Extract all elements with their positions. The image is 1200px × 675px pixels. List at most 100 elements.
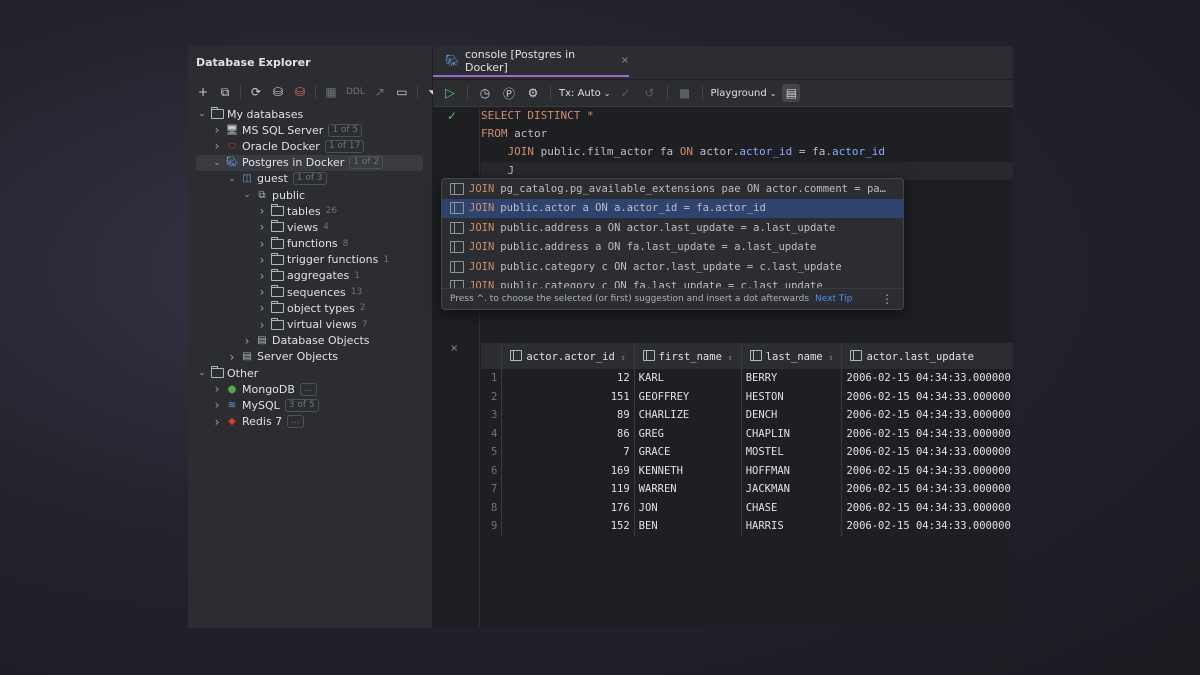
chevron-right-icon[interactable]: › bbox=[256, 285, 268, 299]
column-header[interactable]: last_name ⇕ bbox=[741, 343, 843, 369]
tab-console[interactable]: 🐘︎ console [Postgres in Docker] × bbox=[433, 46, 629, 77]
column-header[interactable]: first_name ⇕ bbox=[634, 343, 742, 369]
chevron-right-icon[interactable]: › bbox=[211, 382, 223, 396]
table-cell[interactable]: 2006-02-15 04:34:33.000000 bbox=[841, 517, 1013, 536]
tree-item[interactable]: › object types 2 bbox=[188, 300, 432, 316]
tree-item[interactable]: ⌄ 🐘︎ Postgres in Docker 1 of 2 bbox=[196, 154, 423, 171]
chevron-down-icon[interactable]: ⌄ bbox=[196, 109, 208, 119]
table-cell[interactable]: 151 bbox=[501, 387, 635, 406]
table-row[interactable]: 3 89 CHARLIZE DENCH 2006-02-15 04:34:33.0000… bbox=[481, 406, 1013, 425]
table-cell[interactable]: DENCH bbox=[741, 406, 843, 425]
chevron-right-icon[interactable]: › bbox=[211, 415, 223, 429]
table-cell[interactable]: 7 bbox=[501, 443, 635, 462]
table-cell[interactable]: 2006-02-15 04:34:33.000000 bbox=[841, 480, 1013, 499]
rollback-icon[interactable]: ↺ bbox=[641, 84, 659, 102]
table-cell[interactable]: MOSTEL bbox=[741, 443, 843, 462]
tree-item[interactable]: ⌄ ⧉ public bbox=[188, 187, 432, 203]
completion-item[interactable]: JOIN pg_catalog.pg_available_extensions p… bbox=[442, 179, 903, 199]
table-row[interactable]: 9 152 BEN HARRIS 2006-02-15 04:34:33.000000 bbox=[481, 517, 1013, 536]
tree-item[interactable]: › virtual views 7 bbox=[188, 316, 432, 332]
data-source-properties-icon[interactable]: ⛁ bbox=[269, 83, 287, 101]
table-row[interactable]: 8 176 JON CHASE 2006-02-15 04:34:33.000000 bbox=[481, 498, 1013, 517]
history-icon[interactable]: ◷ bbox=[476, 84, 494, 102]
table-cell[interactable]: 176 bbox=[501, 498, 635, 517]
table-cell[interactable]: 152 bbox=[501, 517, 635, 536]
table-cell[interactable]: CHAPLIN bbox=[741, 424, 843, 443]
chevron-right-icon[interactable]: › bbox=[256, 253, 268, 267]
disconnect-icon[interactable]: ⛁ bbox=[291, 83, 309, 101]
sql-editor[interactable]: ✓ × SELECT DISTINCT * FROM actor JOIN pu… bbox=[433, 107, 1013, 628]
table-row[interactable]: 7 119 WARREN JACKMAN 2006-02-15 04:34:33.000… bbox=[481, 480, 1013, 499]
refresh-icon[interactable]: ⟳ bbox=[247, 83, 265, 101]
completion-item[interactable]: JOIN public.address a ON actor.last_updat… bbox=[442, 218, 903, 238]
table-icon[interactable]: ▦ bbox=[322, 83, 340, 101]
playground-dropdown[interactable]: Playground ⌄ bbox=[711, 88, 777, 99]
console-icon[interactable]: ▭ bbox=[393, 83, 411, 101]
table-row[interactable]: 1 12 KARL BERRY 2006-02-15 04:34:33.000000 bbox=[481, 369, 1013, 388]
chevron-right-icon[interactable]: › bbox=[256, 204, 268, 218]
tree-item[interactable]: › ≋ MySQL 3 of 5 bbox=[188, 397, 432, 413]
table-cell[interactable]: HOFFMAN bbox=[741, 461, 843, 480]
tree-item[interactable]: ⌄ ◫ guest 1 of 3 bbox=[188, 171, 432, 187]
table-cell[interactable]: KENNETH bbox=[634, 461, 742, 480]
explain-plan-icon[interactable]: Ⓟ bbox=[500, 84, 518, 102]
sort-icon[interactable]: ⇕ bbox=[621, 353, 626, 362]
table-cell[interactable]: 119 bbox=[501, 480, 635, 499]
table-cell[interactable]: 169 bbox=[501, 461, 635, 480]
tree-item[interactable]: › ▤ Server Objects bbox=[188, 349, 432, 365]
table-row[interactable]: 2 151 GEOFFREY HESTON 2006-02-15 04:34:33.00… bbox=[481, 387, 1013, 406]
chevron-down-icon[interactable]: ⌄ bbox=[226, 174, 238, 184]
table-row[interactable]: 6 169 KENNETH HOFFMAN 2006-02-15 04:34:33.00… bbox=[481, 461, 1013, 480]
tree-item[interactable]: › ● MongoDB... bbox=[188, 381, 432, 397]
chevron-right-icon[interactable]: › bbox=[256, 301, 268, 315]
tree-item[interactable]: › ◆ Redis 7... bbox=[188, 414, 432, 430]
table-cell[interactable]: WARREN bbox=[634, 480, 742, 499]
chevron-right-icon[interactable]: › bbox=[226, 350, 238, 364]
more-options-icon[interactable]: ⋮ bbox=[881, 292, 893, 306]
tree-item[interactable]: › aggregates 1 bbox=[188, 268, 432, 284]
chevron-right-icon[interactable]: › bbox=[256, 237, 268, 251]
table-cell[interactable]: HESTON bbox=[741, 387, 843, 406]
tree-item[interactable]: › functions 8 bbox=[188, 236, 432, 252]
column-header[interactable]: actor.last_update bbox=[841, 343, 1013, 369]
jump-to-source-icon[interactable]: ↗ bbox=[371, 83, 389, 101]
table-cell[interactable]: CHASE bbox=[741, 498, 843, 517]
table-cell[interactable]: GEOFFREY bbox=[634, 387, 742, 406]
run-icon[interactable]: ▷ bbox=[441, 84, 459, 102]
chevron-right-icon[interactable]: › bbox=[241, 334, 253, 348]
commit-icon[interactable]: ✓ bbox=[617, 84, 635, 102]
close-icon[interactable]: × bbox=[450, 343, 458, 354]
table-cell[interactable]: CHARLIZE bbox=[634, 406, 742, 425]
table-cell[interactable]: 2006-02-15 04:34:33.000000 bbox=[841, 461, 1013, 480]
tree-item[interactable]: › tables 26 bbox=[188, 203, 432, 219]
tree-item[interactable]: › ⬭ Oracle Docker 1 of 17 bbox=[188, 138, 432, 154]
table-cell[interactable]: GREG bbox=[634, 424, 742, 443]
tree-item[interactable]: › ▤ Database Objects bbox=[188, 333, 432, 349]
table-cell[interactable]: 2006-02-15 04:34:33.000000 bbox=[841, 443, 1013, 462]
table-cell[interactable]: KARL bbox=[634, 369, 742, 388]
chevron-right-icon[interactable]: › bbox=[211, 123, 223, 137]
chevron-right-icon[interactable]: › bbox=[256, 318, 268, 332]
chevron-right-icon[interactable]: › bbox=[256, 220, 268, 234]
ddl-button[interactable]: DDL bbox=[344, 87, 367, 97]
chevron-right-icon[interactable]: › bbox=[211, 139, 223, 153]
completion-item[interactable]: JOIN public.category c ON actor.last_upda… bbox=[442, 257, 903, 277]
sort-icon[interactable]: ⇕ bbox=[728, 353, 733, 362]
table-cell[interactable]: JACKMAN bbox=[741, 480, 843, 499]
stop-icon[interactable]: ■ bbox=[676, 84, 694, 102]
completion-item[interactable]: JOIN public.actor a ON a.actor_id = fa.ac… bbox=[442, 198, 903, 218]
table-cell[interactable]: 86 bbox=[501, 424, 635, 443]
tree-item[interactable]: ⌄ Other bbox=[188, 365, 432, 381]
output-layout-icon[interactable]: ▤ bbox=[782, 84, 801, 102]
column-header[interactable]: actor.actor_id ⇕ bbox=[501, 343, 635, 369]
table-cell[interactable]: BERRY bbox=[741, 369, 843, 388]
copy-icon[interactable]: ⧉ bbox=[216, 83, 234, 101]
sort-icon[interactable]: ⇕ bbox=[829, 353, 834, 362]
chevron-down-icon[interactable]: ⌄ bbox=[196, 368, 208, 378]
settings-icon[interactable]: ⚙ bbox=[524, 84, 542, 102]
table-row[interactable]: 4 86 GREG CHAPLIN 2006-02-15 04:34:33.000000 bbox=[481, 424, 1013, 443]
table-cell[interactable]: 89 bbox=[501, 406, 635, 425]
completion-item[interactable]: JOIN public.address a ON fa.last_update =… bbox=[442, 238, 903, 258]
tree-item[interactable]: › views 4 bbox=[188, 219, 432, 235]
chevron-right-icon[interactable]: › bbox=[211, 398, 223, 412]
